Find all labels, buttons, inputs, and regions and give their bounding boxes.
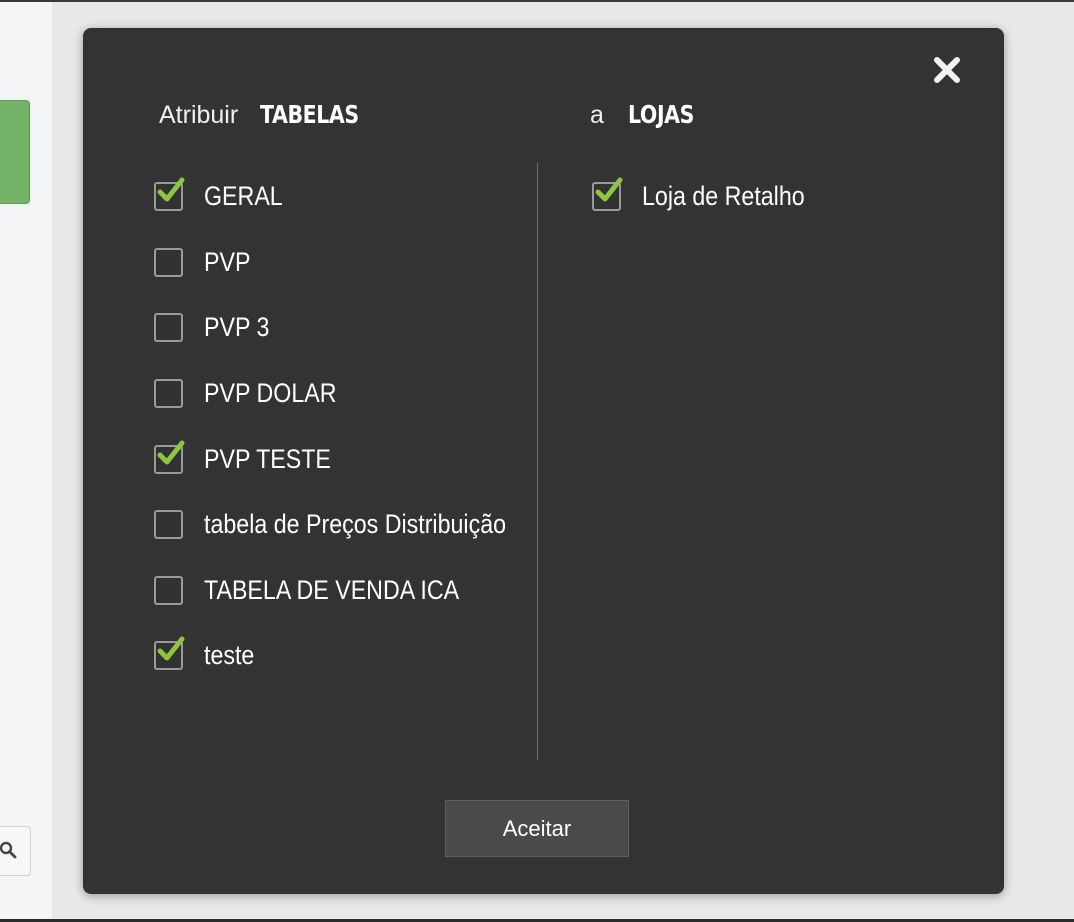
tables-heading: Atribuir TABELAS: [159, 100, 381, 140]
store-checkbox[interactable]: [592, 177, 623, 212]
check-icon: [157, 636, 185, 661]
search-icon: [0, 841, 17, 859]
background-search-button[interactable]: [0, 826, 31, 876]
table-label: tabela de Preços Distribuição: [204, 509, 507, 540]
table-item[interactable]: tabela de Preços Distribuição: [154, 492, 534, 558]
assign-tables-dialog: Atribuir TABELAS a LOJAS GERAL PVP PVP 3…: [83, 28, 1004, 894]
table-item[interactable]: GERAL: [154, 164, 534, 230]
table-checkbox[interactable]: [154, 379, 183, 409]
stores-heading-prefix: a: [590, 101, 604, 129]
background-green-button[interactable]: [0, 100, 30, 204]
accept-button[interactable]: Aceitar: [445, 800, 629, 857]
table-checkbox[interactable]: [154, 177, 185, 212]
table-label: PVP: [204, 246, 251, 277]
table-label: PVP TESTE: [204, 443, 331, 474]
close-button[interactable]: [931, 54, 963, 86]
tables-heading-prefix: Atribuir: [159, 101, 239, 129]
table-item[interactable]: teste: [154, 623, 534, 689]
stores-heading-title: LOJAS: [627, 100, 694, 129]
table-item[interactable]: PVP 3: [154, 295, 534, 361]
stores-checklist: Loja de Retalho: [592, 164, 952, 230]
column-divider: [537, 162, 538, 760]
check-icon: [157, 440, 185, 465]
check-icon: [157, 177, 185, 202]
store-item[interactable]: Loja de Retalho: [592, 164, 952, 230]
table-label: PVP DOLAR: [204, 378, 337, 409]
table-label: PVP 3: [204, 312, 270, 343]
table-item[interactable]: TABELA DE VENDA ICA: [154, 558, 534, 624]
table-label: TABELA DE VENDA ICA: [204, 574, 460, 605]
table-checkbox[interactable]: [154, 440, 185, 474]
close-icon: [934, 57, 960, 83]
table-item[interactable]: PVP: [154, 230, 534, 296]
table-item[interactable]: PVP DOLAR: [154, 361, 534, 427]
store-label: Loja de Retalho: [642, 181, 805, 212]
check-icon: [595, 177, 623, 202]
table-checkbox[interactable]: [154, 575, 183, 605]
tables-checklist: GERAL PVP PVP 3 PVP DOLAR PVP TESTE tabe…: [154, 164, 534, 689]
table-checkbox[interactable]: [154, 313, 183, 343]
tables-heading-title: TABELAS: [260, 100, 359, 129]
stores-heading: a LOJAS: [590, 100, 708, 140]
table-checkbox[interactable]: [154, 510, 183, 540]
table-checkbox[interactable]: [154, 247, 183, 277]
table-item[interactable]: PVP TESTE: [154, 426, 534, 492]
table-label: teste: [204, 640, 255, 671]
table-label: GERAL: [204, 181, 283, 212]
table-checkbox[interactable]: [154, 636, 185, 671]
